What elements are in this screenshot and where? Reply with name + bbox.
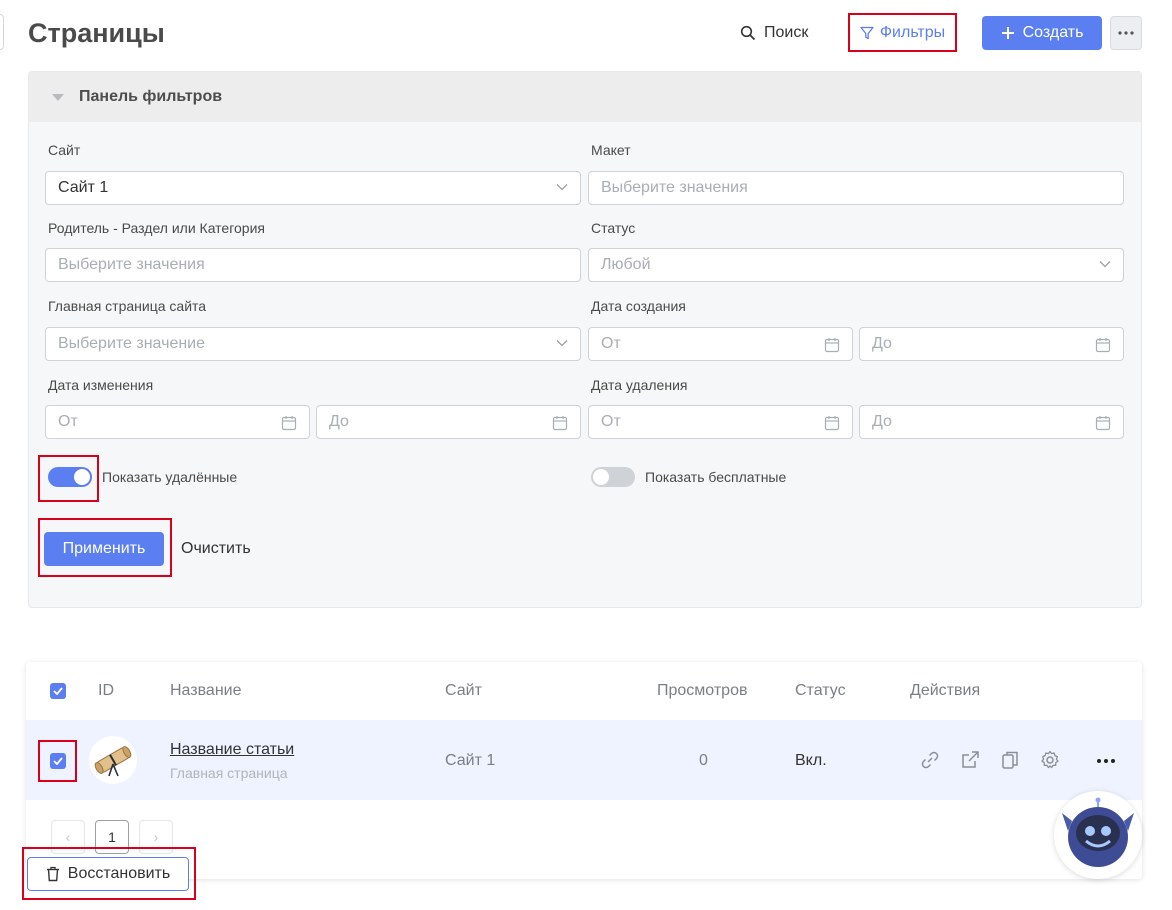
search-icon [740,25,756,41]
article-title-link[interactable]: Название статьи [170,741,294,759]
site-select-value: Сайт 1 [58,179,109,196]
show-free-toggle[interactable] [591,467,635,487]
created-from-placeholder: От [601,335,621,352]
chevron-down-icon [556,340,568,347]
parent-input-placeholder: Выберите значения [58,256,205,273]
toggle-knob [74,469,90,485]
column-header-title[interactable]: Название [170,682,242,700]
column-header-views[interactable]: Просмотров [657,682,747,700]
status-filter-label: Статус [591,220,636,236]
more-options-button[interactable] [1110,16,1142,50]
row-views: 0 [699,752,708,769]
pagination-next-button[interactable]: › [139,820,173,854]
article-subtitle: Главная страница [170,765,288,781]
layout-input-placeholder: Выберите значения [601,179,748,196]
deleted-to-placeholder: До [872,413,892,430]
create-button[interactable]: Создать [982,16,1102,50]
robot-mascot-icon [1062,797,1134,867]
scroll-icon [94,746,132,777]
column-header-actions: Действия [910,682,981,699]
external-link-icon[interactable] [959,749,981,771]
chevron-down-icon [556,184,568,191]
toggle-knob [593,469,609,485]
collapsed-sidebar-tab[interactable] [0,14,4,50]
calendar-icon [1095,338,1111,353]
filter-panel-title: Панель фильтров [79,88,223,105]
modified-from-date[interactable]: От [45,405,310,439]
created-to-date[interactable]: До [859,327,1124,361]
column-header-id[interactable]: ID [98,682,114,700]
status-select-value: Любой [601,256,651,273]
created-date-label: Дата создания [591,298,686,314]
calendar-icon [1095,416,1111,431]
search-button[interactable]: Поиск [740,18,808,48]
calendar-icon [281,416,297,431]
show-free-label: Показать бесплатные [645,469,787,485]
parent-input[interactable]: Выберите значения [45,248,581,282]
status-select[interactable]: Любой [588,248,1124,282]
calendar-icon [824,338,840,353]
row-site: Сайт 1 [445,752,496,769]
column-header-status[interactable]: Статус [795,682,846,700]
created-from-date[interactable]: От [588,327,853,361]
link-icon[interactable] [919,749,941,771]
restore-button-label: Восстановить [67,865,171,882]
homepage-select-placeholder: Выберите значение [58,335,206,352]
filter-panel-header[interactable]: Панель фильтров [29,72,1141,122]
gear-icon[interactable] [1039,749,1061,771]
site-select[interactable]: Сайт 1 [45,171,581,205]
page-title: Страницы [28,18,165,48]
apply-button[interactable]: Применить [44,532,164,566]
copy-icon[interactable] [999,749,1021,771]
parent-filter-label: Родитель - Раздел или Категория [48,220,265,236]
pagination-page-button[interactable]: 1 [95,820,129,854]
pagination-prev-button[interactable]: ‹ [51,820,85,854]
deleted-to-date[interactable]: До [859,405,1124,439]
show-deleted-label: Показать удалённые [102,469,238,485]
created-to-placeholder: До [872,335,892,352]
assistant-chat-button[interactable] [1054,791,1142,879]
homepage-select[interactable]: Выберите значение [45,327,581,361]
select-all-checkbox[interactable] [50,683,66,699]
create-button-label: Создать [1022,24,1084,41]
deleted-date-label: Дата удаления [591,377,688,393]
calendar-icon [824,416,840,431]
plus-icon [1001,27,1014,39]
collapse-triangle-icon [52,93,64,101]
modified-to-placeholder: До [329,413,349,430]
row-more-icon[interactable] [1095,750,1117,772]
site-filter-label: Сайт [48,142,81,158]
layout-input[interactable]: Выберите значения [588,171,1124,205]
chevron-down-icon [1099,261,1111,268]
clear-button[interactable]: Очистить [181,540,251,558]
modified-to-date[interactable]: До [316,405,581,439]
row-checkbox[interactable] [50,753,66,769]
modified-date-label: Дата изменения [48,377,154,393]
column-header-site[interactable]: Сайт [445,682,482,700]
search-button-label: Поиск [764,24,809,41]
filters-button-label: Фильтры [879,23,946,41]
restore-button[interactable]: Восстановить [27,857,189,891]
layout-filter-label: Макет [591,142,631,158]
deleted-from-date[interactable]: От [588,405,853,439]
article-thumbnail [89,736,137,784]
calendar-icon [552,416,568,431]
check-icon [53,757,63,765]
show-deleted-toggle[interactable] [48,467,92,487]
modified-from-placeholder: От [58,413,78,430]
filters-button[interactable]: Фильтры [848,13,957,52]
row-status: Вкл. [795,752,827,769]
deleted-from-placeholder: От [601,413,621,430]
ellipsis-icon [1118,31,1134,35]
check-icon [53,687,63,695]
trash-icon [46,866,59,882]
homepage-filter-label: Главная страница сайта [48,298,207,314]
filter-icon [860,26,874,39]
